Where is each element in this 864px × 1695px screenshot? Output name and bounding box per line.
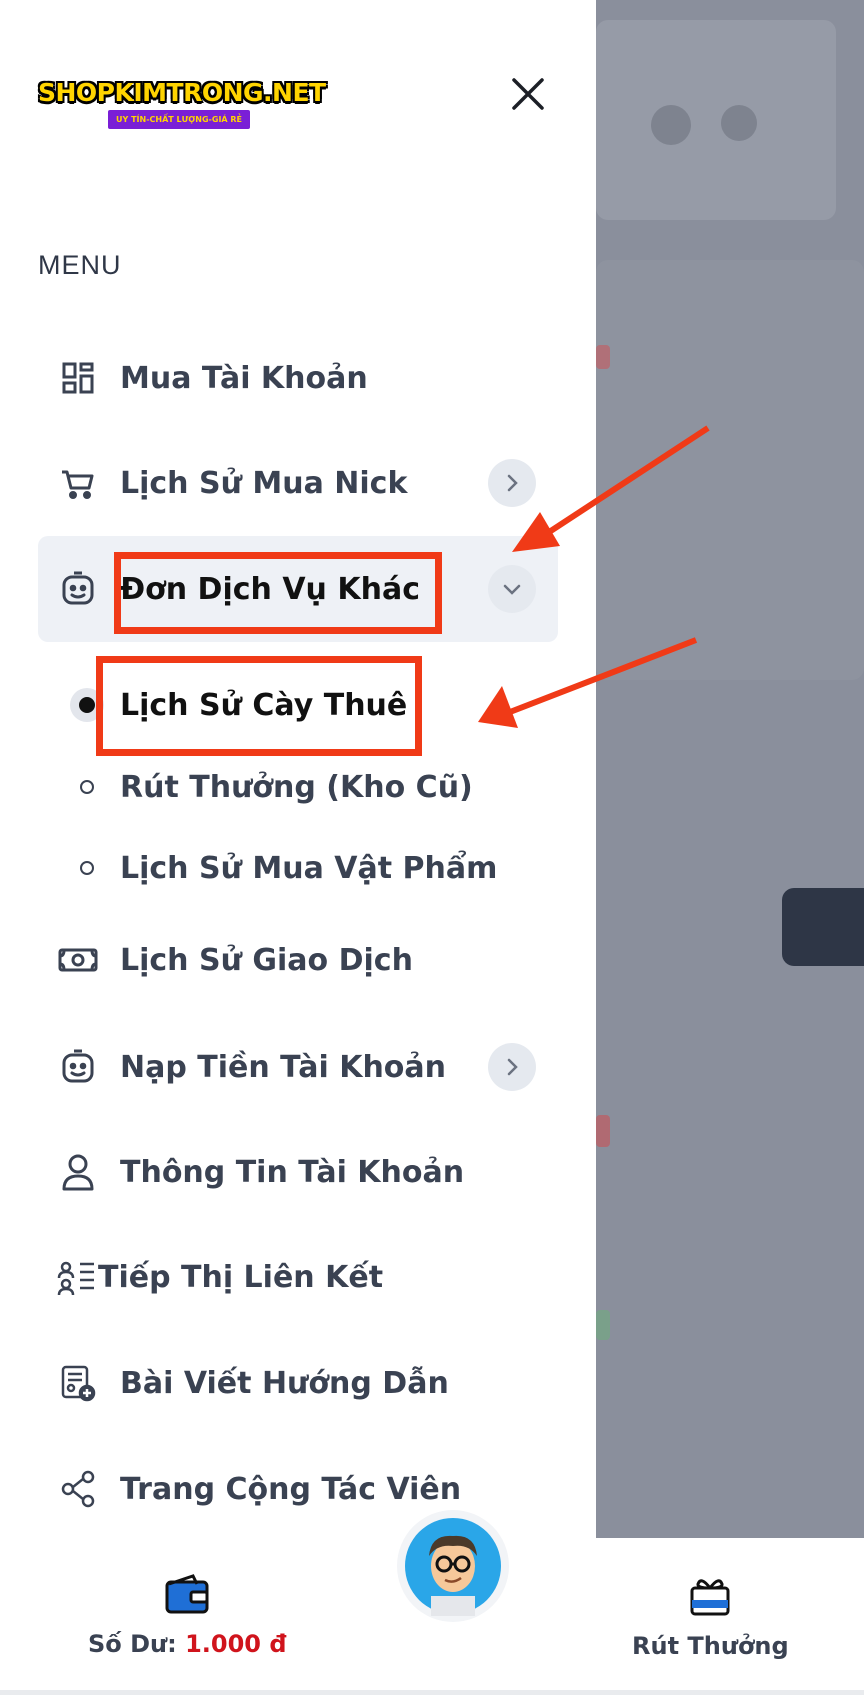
annotation-arrows xyxy=(478,425,710,728)
avatar-icon xyxy=(405,1518,501,1616)
balance-tab[interactable]: Số Dư: 1.000 đ xyxy=(88,1574,287,1658)
reward-label: Rút Thưởng xyxy=(632,1632,789,1660)
wallet-icon xyxy=(165,1574,209,1614)
divider xyxy=(0,1690,864,1695)
balance-text: Số Dư: 1.000 đ xyxy=(88,1630,287,1658)
balance-label: Số Dư: xyxy=(88,1630,177,1658)
gift-icon xyxy=(690,1579,730,1616)
reward-tab[interactable]: Rút Thưởng xyxy=(632,1574,789,1660)
balance-amount: 1.000 đ xyxy=(185,1630,287,1658)
avatar[interactable] xyxy=(397,1510,509,1622)
